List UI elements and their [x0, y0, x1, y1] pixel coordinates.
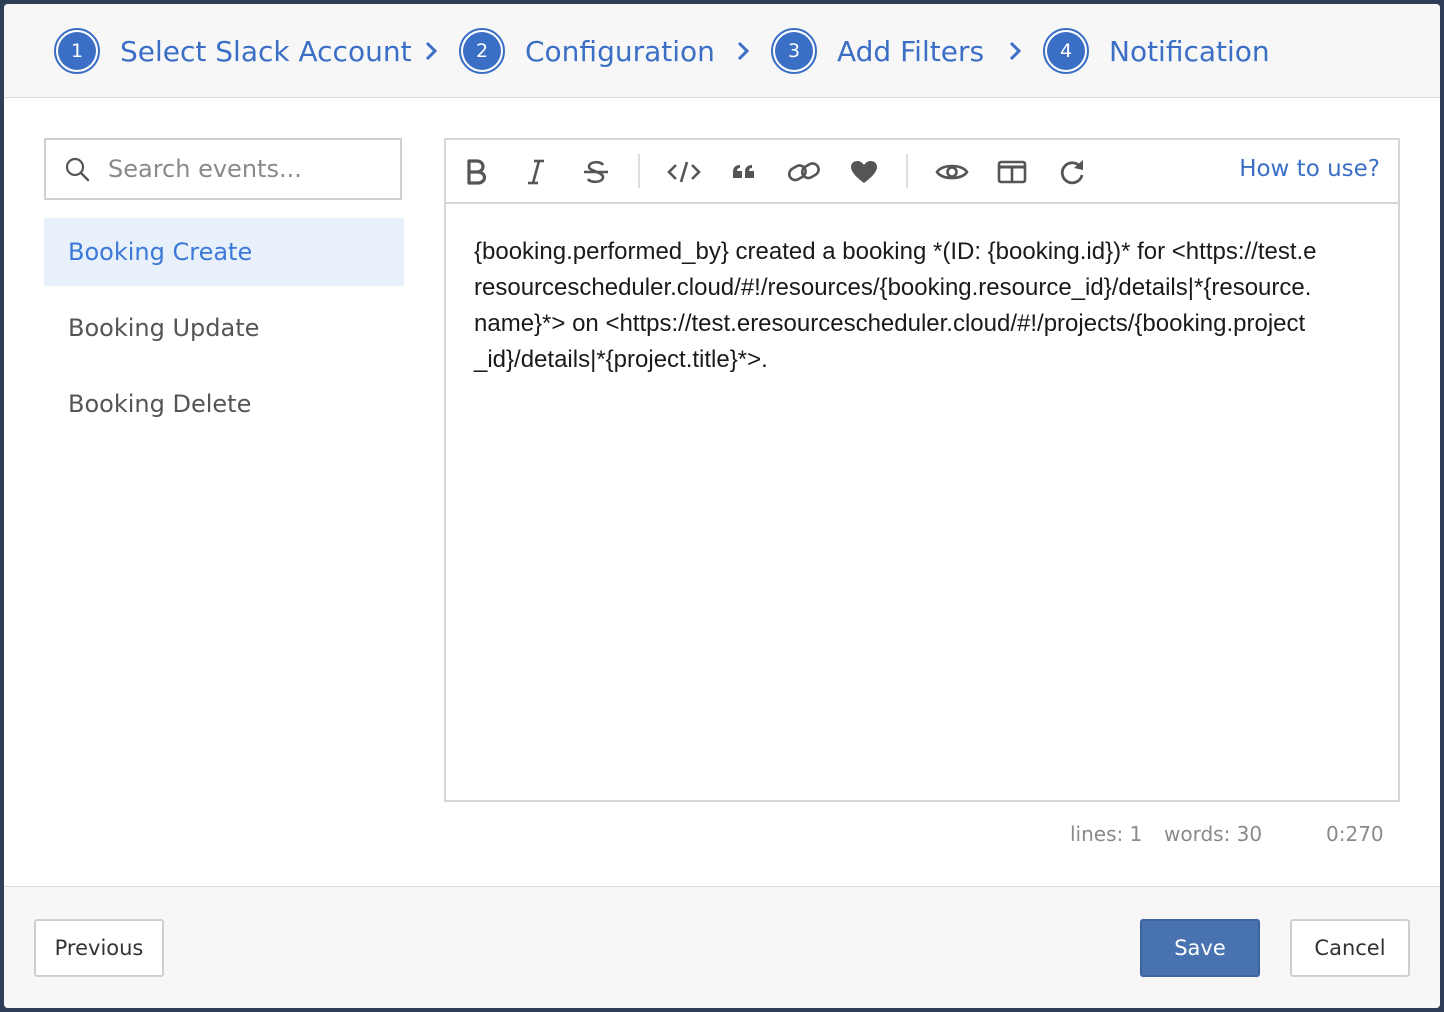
chevron-right-icon [425, 41, 438, 61]
toolbar-separator [906, 154, 908, 188]
search-events-input[interactable] [106, 154, 380, 184]
status-cursor: 0:270 [1326, 822, 1384, 846]
strikethrough-icon[interactable] [578, 154, 614, 190]
event-item-label: Booking Delete [68, 390, 252, 418]
chevron-right-icon [1009, 41, 1022, 61]
step-label: Configuration [525, 34, 715, 68]
wizard-step-select-slack-account[interactable]: 1 Select Slack Account [54, 24, 412, 78]
quote-icon[interactable] [726, 154, 762, 190]
italic-icon[interactable] [518, 154, 554, 190]
event-item-label: Booking Create [68, 238, 253, 266]
search-events-box [44, 138, 402, 200]
notification-dialog: 1 Select Slack Account 2 Configuration 3… [4, 4, 1440, 1008]
bold-icon[interactable] [458, 154, 494, 190]
step-label: Notification [1109, 34, 1270, 68]
step-number-badge: 4 [1043, 28, 1089, 74]
status-words: words: 30 [1164, 822, 1263, 846]
dialog-footer: Previous Save Cancel [4, 886, 1440, 1008]
step-label: Add Filters [837, 34, 985, 68]
redo-icon[interactable] [1054, 154, 1090, 190]
editor-content[interactable]: {booking.performed_by} created a booking… [446, 204, 1346, 378]
chevron-right-icon [737, 41, 750, 61]
save-button[interactable]: Save [1140, 919, 1260, 977]
step-label: Select Slack Account [120, 34, 412, 68]
event-item-booking-create[interactable]: Booking Create [44, 218, 404, 286]
event-item-booking-update[interactable]: Booking Update [44, 294, 404, 362]
link-icon[interactable] [786, 154, 822, 190]
step-number-badge: 2 [459, 28, 505, 74]
previous-button[interactable]: Previous [34, 919, 164, 977]
wizard-step-configuration[interactable]: 2 Configuration [459, 24, 715, 78]
eye-icon[interactable] [934, 154, 970, 190]
cancel-button[interactable]: Cancel [1290, 919, 1410, 977]
event-list: Booking Create Booking Update Booking De… [44, 218, 404, 446]
wizard-steps: 1 Select Slack Account 2 Configuration 3… [4, 4, 1440, 98]
step-number-badge: 1 [54, 28, 100, 74]
event-item-label: Booking Update [68, 314, 260, 342]
step-number-badge: 3 [771, 28, 817, 74]
wizard-step-notification[interactable]: 4 Notification [1043, 24, 1270, 78]
code-icon[interactable] [666, 154, 702, 190]
search-icon [65, 157, 90, 182]
editor-toolbar: How to use? [446, 140, 1398, 204]
event-item-booking-delete[interactable]: Booking Delete [44, 370, 404, 438]
how-to-use-link[interactable]: How to use? [1239, 156, 1380, 182]
markdown-editor: How to use? {booking.performed_by} creat… [444, 138, 1400, 802]
heart-icon[interactable] [846, 154, 882, 190]
columns-icon[interactable] [994, 154, 1030, 190]
status-lines: lines: 1 [1070, 822, 1143, 846]
wizard-step-add-filters[interactable]: 3 Add Filters [771, 24, 984, 78]
toolbar-separator [638, 154, 640, 188]
